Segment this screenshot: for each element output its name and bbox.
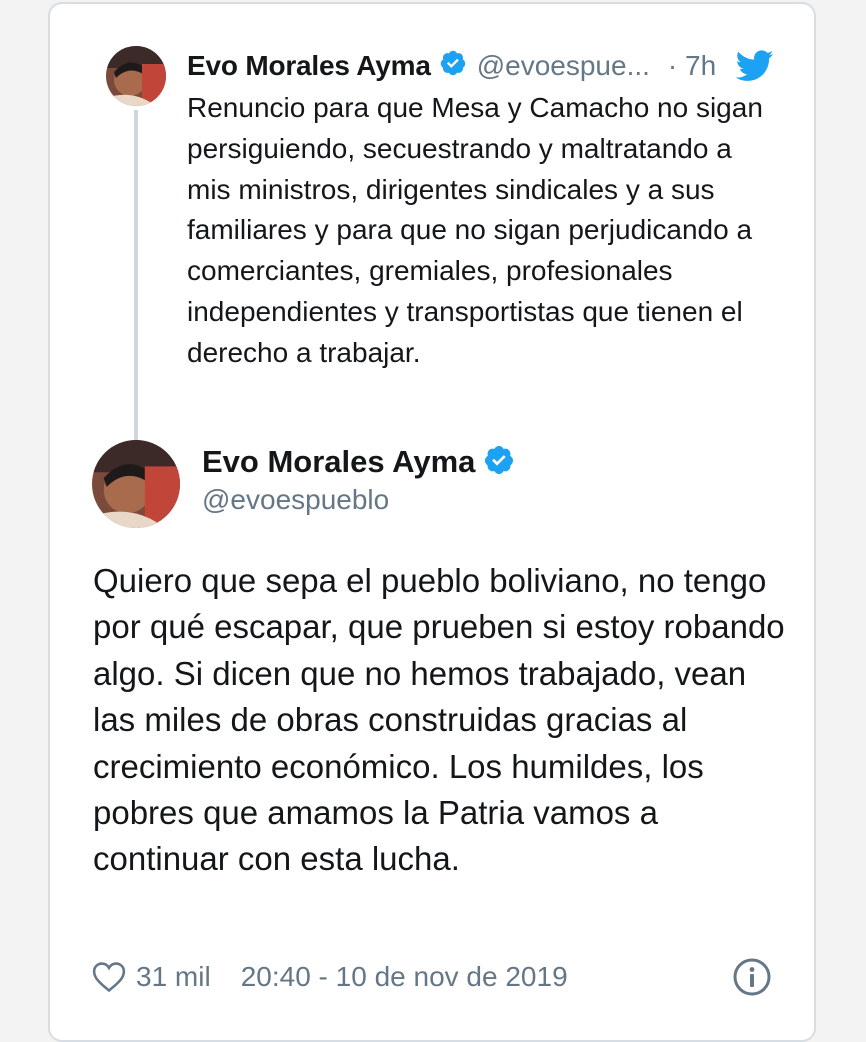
parent-avatar[interactable]: [106, 46, 166, 106]
like-count[interactable]: 31 mil: [136, 961, 211, 993]
thread-connector-line: [134, 110, 138, 440]
avatar-photo: [106, 46, 166, 106]
verified-badge-icon: [439, 49, 467, 84]
verified-badge-icon: [483, 444, 515, 481]
avatar-photo: [92, 440, 180, 528]
parent-tweet-header: Evo Morales Ayma @evoespue... · 7h: [187, 44, 716, 88]
parent-tweet-text: Renuncio para que Mesa y Camacho no siga…: [187, 92, 763, 368]
main-tweet-header: Evo Morales Ayma: [202, 440, 525, 484]
main-tweet-text: Quiero que sepa el pueblo boliviano, no …: [93, 562, 785, 878]
heart-icon[interactable]: [92, 961, 126, 993]
info-icon[interactable]: [732, 957, 772, 997]
twitter-bird-icon[interactable]: [735, 50, 774, 82]
main-author-name[interactable]: Evo Morales Ayma: [202, 444, 475, 480]
main-handle[interactable]: @evoespueblo: [202, 484, 389, 516]
main-avatar[interactable]: [92, 440, 180, 528]
parent-timestamp[interactable]: · 7h: [668, 50, 716, 82]
tweet-footer: 31 mil 20:40 - 10 de nov de 2019: [92, 955, 568, 999]
parent-author-name[interactable]: Evo Morales Ayma: [187, 50, 431, 82]
parent-handle[interactable]: @evoespue...: [477, 50, 650, 82]
tweet-timestamp[interactable]: 20:40 - 10 de nov de 2019: [241, 961, 568, 993]
